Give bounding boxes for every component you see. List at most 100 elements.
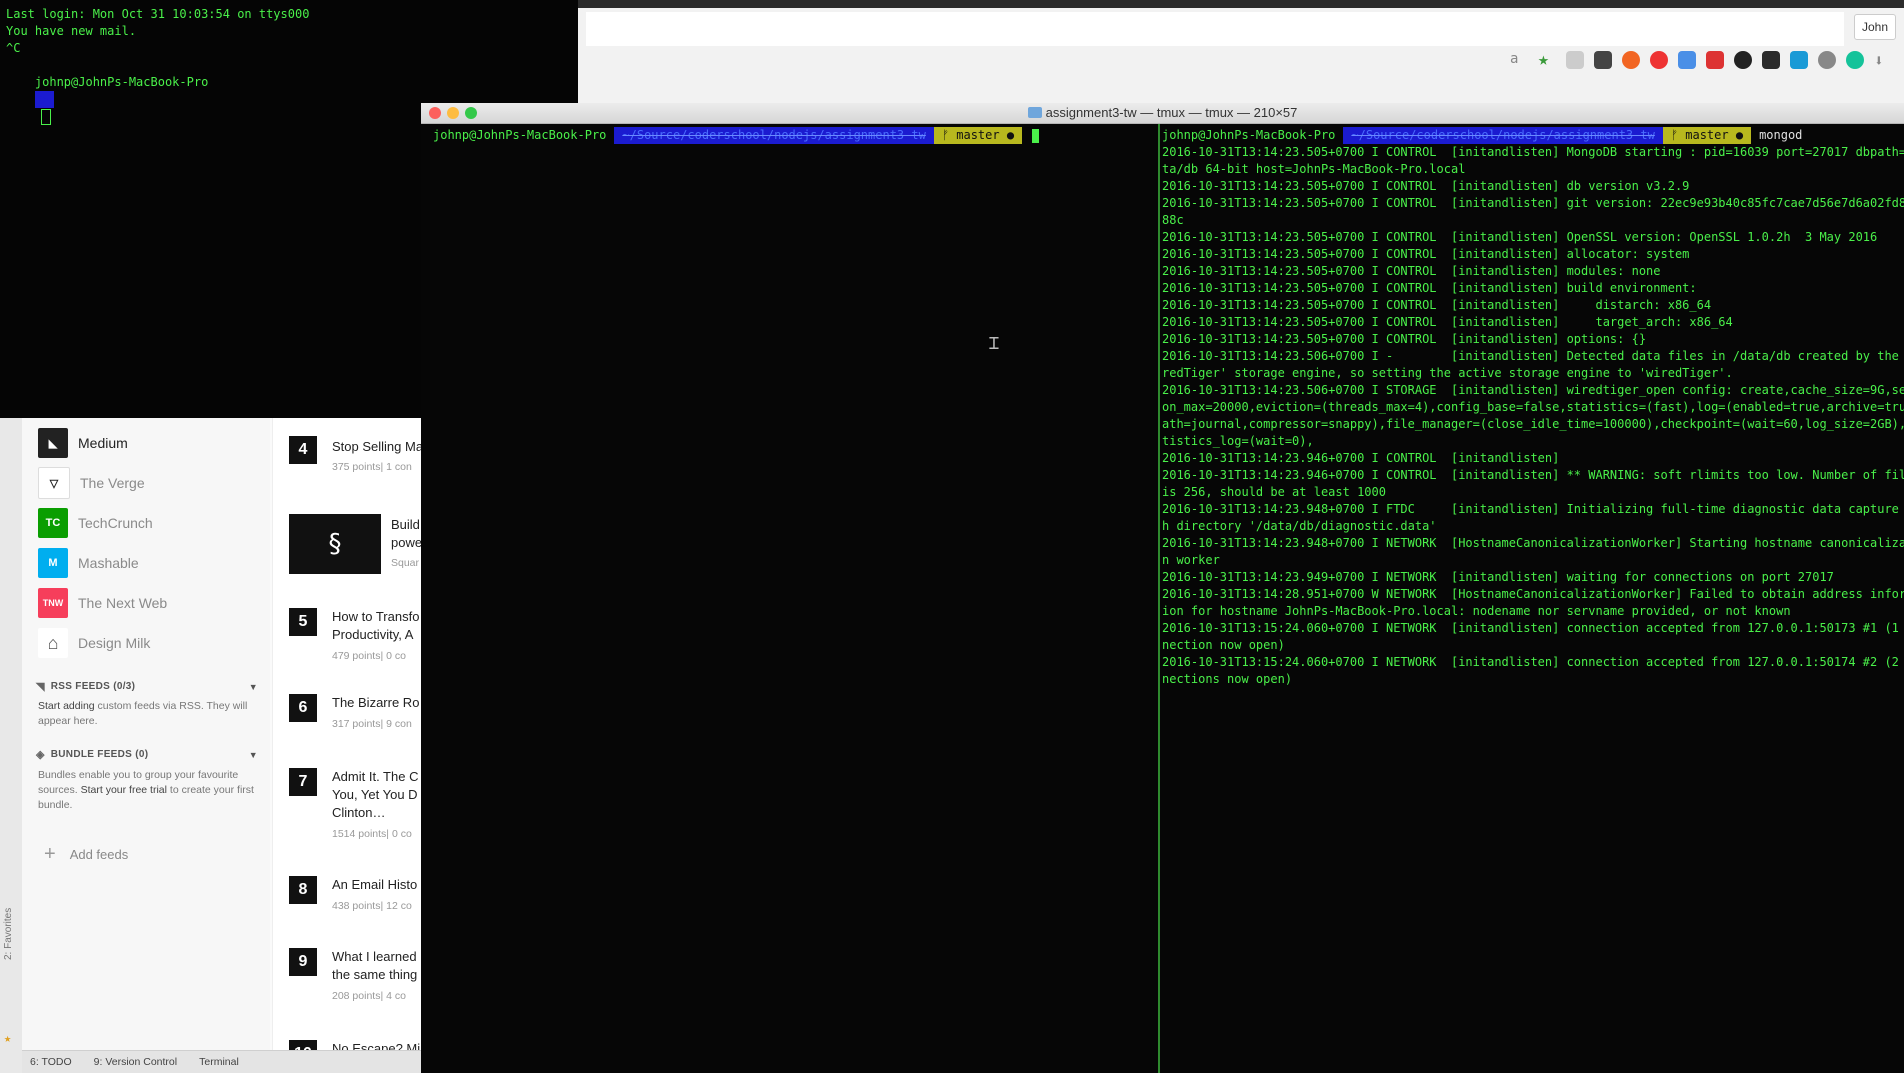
tmux-pane-right[interactable]: johnp@JohnPs-MacBook-Pro ~/Source/coders… [1160,124,1904,1073]
terminal-cursor [40,108,51,125]
log-line: 2016-10-31T13:14:23.506+0700 I STORAGE [… [1162,383,1904,397]
source-label: The Next Web [78,595,168,611]
opera-icon[interactable] [1650,51,1668,69]
sources-sidebar: ◣ Medium ▽ The Verge TC TechCrunch M Mas… [22,418,270,1051]
log-line: n worker [1162,553,1220,567]
source-item-the-next-web[interactable]: TNW The Next Web [38,588,167,618]
add-feeds-button[interactable]: + Add feeds [44,843,128,866]
star-icon[interactable]: ★ [1538,51,1556,69]
chevron-down-icon[interactable]: ▼ [249,682,258,692]
log-line: 2016-10-31T13:14:23.505+0700 I CONTROL [… [1162,230,1878,244]
rss-feeds-header[interactable]: ◥ RSS FEEDS (0/3) ▼ [36,680,258,693]
log-line: ath=journal,compressor=snappy),file_mana… [1162,417,1904,431]
prompt-user: johnp@JohnPs-MacBook-Pro [1162,128,1336,142]
todo-tab[interactable]: 6: TODO [30,1056,72,1068]
download-arrow-icon[interactable]: ⬇ [1874,51,1892,70]
story-title[interactable]: Stop Selling Ma [332,438,421,456]
translate-icon[interactable]: a [1510,51,1528,69]
bundle-feeds-header[interactable]: ◈ BUNDLE FEEDS (0) ▼ [36,748,258,761]
story-rank: 7 [289,768,317,796]
favorites-star-icon[interactable]: ★ [4,1031,11,1045]
k-extension-icon[interactable] [1762,51,1780,69]
story-title[interactable]: How to Transfo [332,608,419,626]
log-line: ta/db 64-bit host=JohnPs-MacBook-Pro.loc… [1162,162,1466,176]
log-line: 2016-10-31T13:14:23.505+0700 I CONTROL [… [1162,179,1690,193]
chevron-down-icon[interactable]: ▼ [249,750,258,760]
grammarly-icon[interactable] [1846,51,1864,69]
log-line: 2016-10-31T13:14:23.505+0700 I CONTROL [… [1162,281,1697,295]
profile-button[interactable]: John [1854,14,1896,40]
prompt-path-segment: ▶ [34,91,55,108]
address-bar[interactable] [586,12,1844,46]
story-meta: 438 points| 12 co [332,900,412,912]
prompt-git-branch: ᚠ master ● [933,127,1023,144]
plus-icon: + [44,843,56,865]
log-line: 2016-10-31T13:14:23.505+0700 I CONTROL [… [1162,315,1733,329]
window-titlebar[interactable]: assignment3-tw — tmux — tmux — 210×57 [421,103,1904,124]
source-item-techcrunch[interactable]: TC TechCrunch [38,508,153,538]
terminal-line: Last login: Mon Oct 31 10:03:54 on ttys0… [6,7,310,21]
source-item-design-milk[interactable]: ⌂ Design Milk [38,628,150,658]
story-title[interactable]: Admit It. The C [332,768,418,786]
story-title[interactable]: An Email Histo [332,876,417,894]
prompt-user: johnp@JohnPs-MacBook-Pro [433,128,607,142]
download-icon[interactable] [1566,51,1584,69]
log-line: h directory '/data/db/diagnostic.data' [1162,519,1437,533]
translate-extension-icon[interactable] [1678,51,1696,69]
story-rank: 4 [289,436,317,464]
terminal-tab[interactable]: Terminal [199,1056,239,1068]
log-line: 2016-10-31T13:14:23.505+0700 I CONTROL [… [1162,332,1647,346]
prompt-path: ~/Source/coderschool/nodejs/assignment3-… [1343,127,1663,144]
fire-icon[interactable] [1622,51,1640,69]
source-item-mashable[interactable]: M Mashable [38,548,139,578]
story-title[interactable]: What I learned [332,948,417,966]
rss-icon: ◥ [36,681,45,693]
tmux-pane-left[interactable]: johnp@JohnPs-MacBook-Pro ~/Source/coders… [421,124,1158,1073]
story-title[interactable]: the same thing [332,966,417,984]
squarespace-logo-icon: § [289,514,381,574]
log-line: tistics_log=(wait=0), [1162,434,1314,448]
story-meta: 479 points| 0 co [332,650,406,662]
log-line: is 256, should be at least 1000 [1162,485,1386,499]
story-rank: 9 [289,948,317,976]
source-label: Design Milk [78,635,151,651]
story-title[interactable]: The Bizarre Ro [332,694,419,712]
mongod-log: 2016-10-31T13:14:23.505+0700 I CONTROL [… [1162,144,1904,688]
terminal-line: ^C [6,41,21,55]
prompt-user: johnp@JohnPs-MacBook-Pro [34,75,209,89]
log-line: 2016-10-31T13:14:23.946+0700 I CONTROL [… [1162,468,1904,482]
browser-window: John a ★ ⬇ [578,0,1904,104]
source-label: Medium [78,435,128,451]
story-title[interactable]: Build [391,516,420,534]
source-item-the-verge[interactable]: ▽ The Verge [38,467,145,499]
panda-icon[interactable] [1734,51,1752,69]
story-meta: 317 points| 9 con [332,718,412,730]
section-title: BUNDLE FEEDS (0) [50,749,149,760]
tool-strip: ★ [0,418,23,1073]
source-item-medium[interactable]: ◣ Medium [38,428,128,458]
t-extension-icon[interactable] [1790,51,1808,69]
techcrunch-icon: TC [38,508,68,538]
story-meta: 375 points| 1 con [332,461,412,473]
free-trial-link[interactable]: Start your free trial [81,784,167,796]
story-title[interactable]: You, Yet You D [332,786,418,804]
favorites-tab[interactable]: 2: Favorites [3,908,14,960]
tmux-window[interactable]: assignment3-tw — tmux — tmux — 210×57 jo… [421,103,1904,1073]
section-title: RSS FEEDS (0/3) [50,681,136,692]
source-label: Mashable [78,555,139,571]
note-emphasis: Start adding [38,700,95,712]
extension-icon[interactable] [1594,51,1612,69]
mashable-icon: M [38,548,68,578]
log-line: 2016-10-31T13:14:23.948+0700 I FTDC [ini… [1162,502,1904,516]
version-control-tab[interactable]: 9: Version Control [94,1056,177,1068]
text-cursor-icon: Ꮖ [989,334,1000,353]
on-extension-icon[interactable] [1706,51,1724,69]
story-meta: 1514 points| 0 co [332,828,412,840]
story-title[interactable]: powe [391,534,421,552]
circle-extension-icon[interactable] [1818,51,1836,69]
medium-icon: ◣ [38,428,68,458]
story-title[interactable]: Productivity, A [332,626,413,644]
log-line: 2016-10-31T13:15:24.060+0700 I NETWORK [… [1162,621,1904,635]
story-title[interactable]: Clinton… [332,804,385,822]
feed-reader-window: ★ ◣ Medium ▽ The Verge TC TechCrunch M M… [0,418,421,1073]
